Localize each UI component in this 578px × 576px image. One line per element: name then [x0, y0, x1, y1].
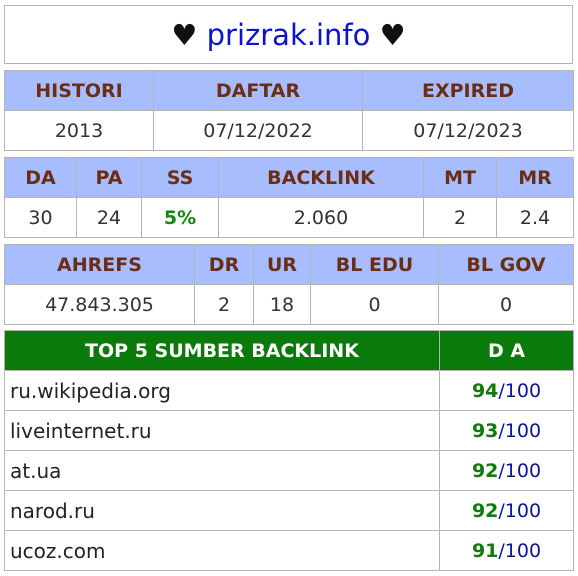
da-value: 93 — [471, 419, 499, 442]
table-row: narod.ru 92/100 — [4, 490, 574, 531]
backlink-site: narod.ru — [4, 490, 440, 531]
da-max: 100 — [504, 379, 542, 402]
value-mr: 2.4 — [496, 197, 574, 238]
header-backlink: BACKLINK — [218, 157, 424, 198]
value-backlink: 2.060 — [218, 197, 424, 238]
value-ss: 5% — [141, 197, 219, 238]
header-ur: UR — [253, 244, 311, 285]
header-mr: MR — [496, 157, 574, 198]
value-ahrefs: 47.843.305 — [4, 284, 195, 325]
da-value: 94 — [471, 379, 499, 402]
history-table: HISTORI DAFTAR EXPIRED 2013 07/12/2022 0… — [4, 70, 574, 151]
header-bl-edu: BL EDU — [310, 244, 439, 285]
domain-name: prizrak.info — [206, 17, 371, 52]
backlink-da: 91/100 — [439, 530, 574, 571]
header-mt: MT — [423, 157, 497, 198]
top-backlinks-table: TOP 5 SUMBER BACKLINK D A ru.wikipedia.o… — [4, 330, 574, 571]
ahrefs-table: AHREFS DR UR BL EDU BL GOV 47.843.305 2 … — [4, 244, 574, 325]
title-table: ♥ prizrak.info ♥ — [4, 5, 573, 64]
backlink-da: 92/100 — [439, 490, 574, 531]
value-bl-gov: 0 — [438, 284, 574, 325]
da-max: 100 — [504, 459, 542, 482]
value-expired: 07/12/2023 — [362, 110, 574, 151]
header-bl-gov: BL GOV — [438, 244, 574, 285]
table-row: ucoz.com 91/100 — [4, 530, 574, 571]
value-mt: 2 — [423, 197, 497, 238]
da-value: 92 — [471, 499, 499, 522]
header-dr: DR — [194, 244, 254, 285]
header-daftar: DAFTAR — [153, 70, 363, 111]
header-ss: SS — [141, 157, 219, 198]
header-histori: HISTORI — [4, 70, 154, 111]
value-bl-edu: 0 — [310, 284, 439, 325]
da-max: 100 — [504, 419, 542, 442]
header-expired: EXPIRED — [362, 70, 574, 111]
header-da: DA — [4, 157, 77, 198]
backlink-site: liveinternet.ru — [4, 410, 440, 451]
value-ur: 18 — [253, 284, 311, 325]
da-max: 100 — [504, 499, 542, 522]
value-daftar: 07/12/2022 — [153, 110, 363, 151]
header-top-sources: TOP 5 SUMBER BACKLINK — [4, 330, 440, 371]
da-max: 100 — [504, 539, 542, 562]
table-row: ru.wikipedia.org 94/100 — [4, 370, 574, 411]
title-cell: ♥ prizrak.info ♥ — [4, 5, 573, 64]
da-value: 92 — [471, 459, 499, 482]
backlink-site: ru.wikipedia.org — [4, 370, 440, 411]
header-pa: PA — [76, 157, 142, 198]
heart-right-icon: ♥ — [379, 17, 406, 52]
value-pa: 24 — [76, 197, 142, 238]
backlink-da: 94/100 — [439, 370, 574, 411]
metrics-table: DA PA SS BACKLINK MT MR 30 24 5% 2.060 2… — [4, 157, 574, 238]
da-value: 91 — [471, 539, 499, 562]
backlink-da: 93/100 — [439, 410, 574, 451]
header-ahrefs: AHREFS — [4, 244, 195, 285]
value-histori: 2013 — [4, 110, 154, 151]
backlink-da: 92/100 — [439, 450, 574, 491]
backlink-site: at.ua — [4, 450, 440, 491]
heart-left-icon: ♥ — [171, 17, 198, 52]
header-top-da: D A — [439, 330, 574, 371]
table-row: liveinternet.ru 93/100 — [4, 410, 574, 451]
value-da: 30 — [4, 197, 77, 238]
table-row: at.ua 92/100 — [4, 450, 574, 491]
backlink-site: ucoz.com — [4, 530, 440, 571]
value-dr: 2 — [194, 284, 254, 325]
